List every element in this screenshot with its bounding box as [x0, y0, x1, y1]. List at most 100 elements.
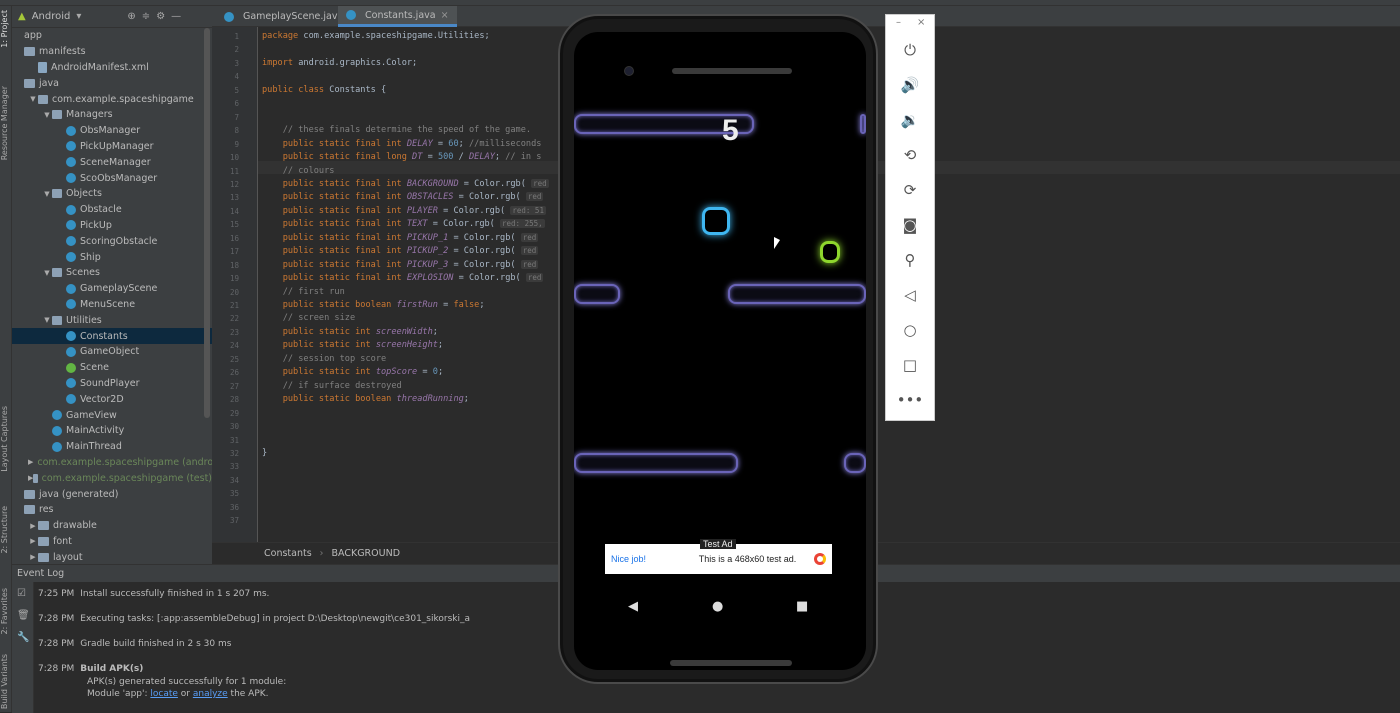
class-icon — [66, 331, 76, 342]
tree-item-scoringobstacle[interactable]: ScoringObstacle — [12, 233, 212, 249]
hide-icon[interactable]: — — [171, 11, 181, 22]
close-icon[interactable]: × — [917, 17, 925, 28]
tree-item-label: SoundPlayer — [80, 377, 140, 389]
breadcrumb-field[interactable]: BACKGROUND — [331, 548, 400, 559]
more-icon[interactable]: ••• — [886, 391, 934, 409]
left-tool-strip: 1: Project Resource Manager Layout Captu… — [0, 6, 12, 712]
zoom-icon[interactable]: ⚲ — [886, 251, 934, 269]
tree-item-managers[interactable]: ▼ Managers — [12, 107, 212, 123]
tree-item-mainactivity[interactable]: MainActivity — [12, 423, 212, 439]
ad-choices-icon[interactable] — [814, 553, 826, 565]
tree-item-drawable[interactable]: ▶ drawable — [12, 518, 212, 534]
wrench-icon[interactable]: 🔧 — [17, 632, 29, 643]
tree-item-objects[interactable]: ▼ Objects — [12, 186, 212, 202]
emulator-screen[interactable]: 5 Nice job! This is a 468x60 test ad. Te… — [574, 32, 866, 670]
android-recents-icon[interactable]: ■ — [796, 599, 808, 614]
resource-manager-tool-tab[interactable]: Resource Manager — [0, 86, 12, 160]
tree-item-obsmanager[interactable]: ObsManager — [12, 123, 212, 139]
view-selector[interactable]: Android — [32, 11, 71, 22]
trash-icon[interactable]: 🗑 — [17, 610, 30, 621]
tree-item-scenes[interactable]: ▼ Scenes — [12, 265, 212, 281]
code-token: } — [262, 447, 268, 458]
tree-item-constants[interactable]: Constants — [12, 328, 212, 344]
tree-item-androidmanifest-xml[interactable]: AndroidManifest.xml — [12, 60, 212, 76]
volume-up-icon[interactable]: 🔊 — [886, 76, 934, 94]
close-icon[interactable]: × — [441, 10, 449, 21]
obstacle — [844, 453, 866, 473]
breadcrumb-class[interactable]: Constants — [264, 548, 312, 559]
tree-item-pickup[interactable]: PickUp — [12, 218, 212, 234]
expand-arrow-icon[interactable]: ▼ — [28, 95, 38, 103]
project-tool-tab[interactable]: 1: Project — [0, 10, 12, 48]
tree-item-com-example-spaceshipgame-test[interactable]: ▶ com.example.spaceshipgame (test) — [12, 470, 212, 486]
tree-item-obstacle[interactable]: Obstacle — [12, 202, 212, 218]
tree-item-com-example-spaceshipgame[interactable]: ▼ com.example.spaceshipgame — [12, 91, 212, 107]
collapse-icon[interactable]: ≑ — [142, 11, 150, 22]
code-token: red — [520, 259, 539, 269]
tree-item-res[interactable]: res — [12, 502, 212, 518]
code-token: public static int — [262, 340, 376, 351]
collapse-arrow-icon[interactable]: ▶ — [28, 537, 38, 545]
tree-item-gameobject[interactable]: GameObject — [12, 344, 212, 360]
locate-link[interactable]: locate — [150, 689, 178, 699]
code-line: // first run — [262, 287, 345, 297]
expand-arrow-icon[interactable]: ▼ — [42, 111, 52, 119]
tree-item-scoobsmanager[interactable]: ScoObsManager — [12, 170, 212, 186]
tab-constants[interactable]: Constants.java × — [338, 6, 457, 27]
chevron-down-icon[interactable]: ▾ — [76, 11, 81, 22]
tree-item-app[interactable]: app — [12, 28, 212, 44]
expand-arrow-icon[interactable]: ▼ — [42, 316, 52, 324]
android-home-icon[interactable]: ● — [712, 599, 723, 614]
power-icon[interactable]: ⏻ — [886, 41, 934, 59]
gear-icon[interactable]: ⚙ — [156, 11, 165, 22]
rotate-right-icon[interactable]: ⟳ — [886, 181, 934, 199]
rotate-left-icon[interactable]: ⟲ — [886, 146, 934, 164]
tree-item-layout[interactable]: ▶ layout — [12, 549, 212, 564]
android-back-icon[interactable]: ◀ — [628, 599, 638, 614]
collapse-arrow-icon[interactable]: ▶ — [28, 522, 38, 530]
minimize-icon[interactable]: – — [896, 17, 901, 28]
tree-item-gameplayscene[interactable]: GameplayScene — [12, 281, 212, 297]
tree-item-label: Utilities — [66, 314, 102, 326]
tree-scrollbar[interactable] — [204, 28, 210, 418]
camera-icon[interactable]: ◙ — [886, 216, 934, 234]
back-icon[interactable]: ◁ — [886, 286, 934, 304]
code-token: // session top score — [262, 353, 387, 364]
volume-down-icon[interactable]: 🔉 — [886, 111, 934, 129]
expand-arrow-icon[interactable]: ▼ — [42, 269, 52, 277]
tree-item-mainthread[interactable]: MainThread — [12, 439, 212, 455]
code-token: = — [437, 300, 454, 310]
tree-item-utilities[interactable]: ▼ Utilities — [12, 312, 212, 328]
build-variants-tool-tab[interactable]: Build Variants — [0, 654, 12, 709]
code-token: = Color.rgb( — [458, 178, 532, 189]
tree-item-pickupmanager[interactable]: PickUpManager — [12, 139, 212, 155]
tree-item-com-example-spaceshipgame-androidt[interactable]: ▶ com.example.spaceshipgame (androidT — [12, 455, 212, 471]
tree-item-scenemanager[interactable]: SceneManager — [12, 154, 212, 170]
layout-captures-tool-tab[interactable]: Layout Captures — [0, 406, 12, 472]
home-icon[interactable]: ○ — [886, 321, 934, 339]
collapse-arrow-icon[interactable]: ▶ — [28, 458, 33, 466]
tree-item-java-generated[interactable]: java (generated) — [12, 486, 212, 502]
event-entry: 7:28 PM Executing tasks: [:app:assembleDe… — [38, 614, 470, 624]
tree-item-vector2d[interactable]: Vector2D — [12, 391, 212, 407]
tree-item-ship[interactable]: Ship — [12, 249, 212, 265]
tree-item-java[interactable]: java — [12, 75, 212, 91]
event-text: Gradle build finished in 2 s 30 ms — [80, 639, 232, 649]
expand-arrow-icon[interactable]: ▼ — [42, 190, 52, 198]
mark-read-icon[interactable]: ☑ — [17, 588, 26, 599]
event-log-toolbar: ☑ 🗑 🔧 — [12, 582, 34, 713]
tree-item-gameview[interactable]: GameView — [12, 407, 212, 423]
locate-icon[interactable]: ⊕ — [127, 11, 135, 22]
tree-item-font[interactable]: ▶ font — [12, 534, 212, 550]
analyze-link[interactable]: analyze — [193, 689, 228, 699]
structure-tool-tab[interactable]: 2: Structure — [0, 506, 12, 554]
tree-item-menuscene[interactable]: MenuScene — [12, 297, 212, 313]
event-text: Install successfully finished in 1 s 207… — [80, 589, 270, 599]
overview-icon[interactable]: □ — [886, 356, 934, 374]
tree-item-scene[interactable]: Scene — [12, 360, 212, 376]
code-token: OBSTACLES — [406, 192, 454, 203]
favorites-tool-tab[interactable]: 2: Favorites — [0, 588, 12, 634]
tree-item-soundplayer[interactable]: SoundPlayer — [12, 376, 212, 392]
collapse-arrow-icon[interactable]: ▶ — [28, 553, 38, 561]
tree-item-manifests[interactable]: manifests — [12, 44, 212, 60]
